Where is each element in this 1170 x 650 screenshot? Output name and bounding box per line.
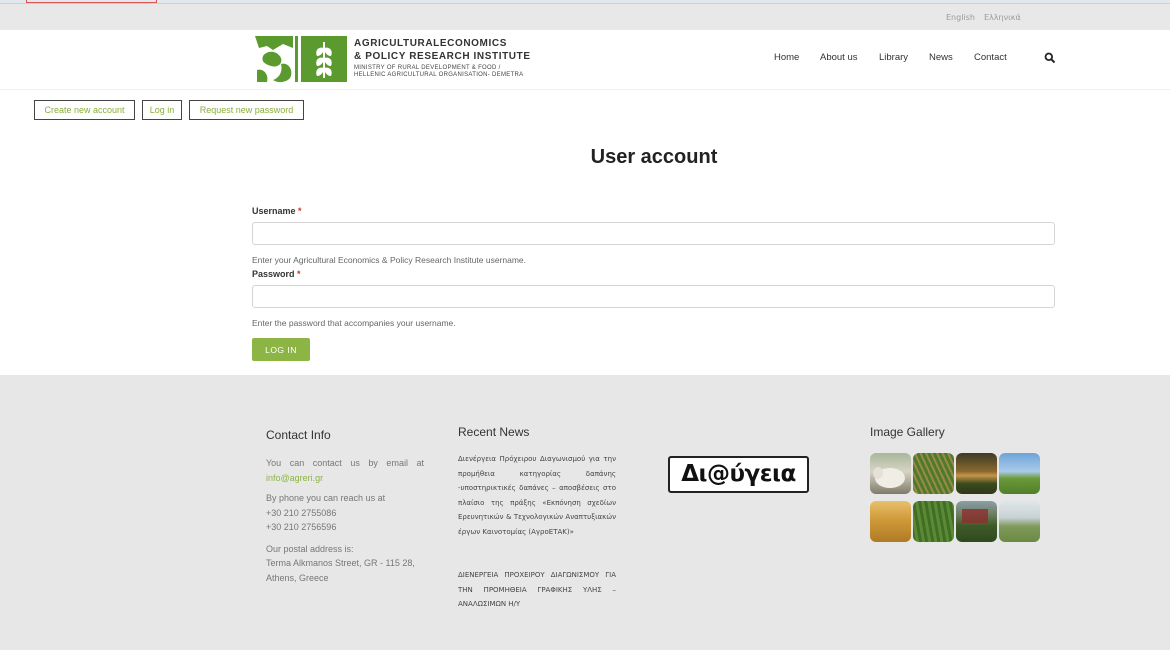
search-icon [1044, 52, 1056, 64]
logo-subtitle-line2: HELLENIC AGRICULTURAL ORGANISATION- DEME… [354, 72, 524, 78]
contact-email-text: You can contact us by email at [266, 458, 424, 468]
logo-emblem-icon [255, 36, 347, 83]
tab-log-in[interactable]: Log in [142, 100, 182, 120]
gallery-thumb-wheat-field[interactable] [870, 501, 911, 542]
nav-news[interactable]: News [929, 52, 953, 63]
diavgeia-logo-text: Δι@ύγεια [681, 461, 796, 487]
tab-create-new-account[interactable]: Create new account [34, 100, 135, 120]
nav-home[interactable]: Home [774, 52, 799, 63]
gallery-heading: Image Gallery [870, 425, 945, 439]
contact-address-line2: Athens, Greece [266, 573, 329, 583]
page-title: User account [590, 146, 718, 168]
password-input[interactable] [252, 285, 1055, 308]
contact-email-block: You can contact us by email at info@agre… [266, 456, 424, 485]
username-input[interactable] [252, 222, 1055, 245]
news-item[interactable]: ΔΙΕΝΕΡΓΕΙΑ ΠΡΟΧΕΙΡΟΥ ΔΙΑΓΩΝΙΣΜΟΥ ΓΙΑ ΤΗΝ… [458, 568, 616, 612]
contact-phone-2: +30 210 2756596 [266, 522, 337, 532]
logo-title-line2: & POLICY RESEARCH INSTITUTE [354, 51, 531, 62]
search-button[interactable] [1044, 51, 1056, 64]
gallery-thumb-sunset-field[interactable] [956, 453, 997, 494]
highlight-box [26, 0, 157, 3]
required-marker: * [297, 269, 301, 279]
nav-library[interactable]: Library [879, 52, 908, 63]
language-greek-link[interactable]: Ελληνικά [984, 13, 1021, 22]
logo-subtitle-line1: MINISTRY OF RURAL DEVELOPMENT & FOOD / [354, 65, 501, 71]
tab-request-new-password[interactable]: Request new password [189, 100, 304, 120]
sheep-photo-icon [873, 467, 905, 488]
diavgeia-logo[interactable]: Δι@ύγεια [668, 456, 809, 493]
nav-about-us[interactable]: About us [820, 52, 858, 63]
username-label: Username * [252, 206, 302, 216]
required-marker: * [298, 206, 302, 216]
gallery-thumb-crop-rows[interactable] [913, 453, 954, 494]
contact-email-link[interactable]: info@agreri.gr [266, 473, 323, 483]
contact-heading: Contact Info [266, 428, 331, 442]
nav-contact[interactable]: Contact [974, 52, 1007, 63]
gallery-thumb-greenhouse[interactable] [956, 501, 997, 542]
username-label-text: Username [252, 206, 296, 216]
logo-title-line1: AGRICULTURALECONOMICS [354, 38, 507, 49]
login-submit-button[interactable]: LOG IN [252, 338, 310, 361]
language-bar: English Ελληνικά [0, 4, 1170, 30]
greenhouse-photo-icon [962, 509, 988, 523]
username-help: Enter your Agricultural Economics & Poli… [252, 255, 527, 265]
gallery-thumb-crop-field[interactable] [913, 501, 954, 542]
gallery-thumb-meadow[interactable] [999, 501, 1040, 542]
contact-address-text: Our postal address is: [266, 544, 354, 554]
password-label: Password * [252, 269, 301, 279]
news-heading: Recent News [458, 425, 530, 439]
gallery-thumb-green-field[interactable] [999, 453, 1040, 494]
contact-phone-1: +30 210 2755086 [266, 508, 337, 518]
gallery-thumb-sheep[interactable] [870, 453, 911, 494]
password-help: Enter the password that accompanies your… [252, 318, 456, 328]
language-english-link[interactable]: English [946, 13, 975, 22]
password-label-text: Password [252, 269, 295, 279]
contact-phone-text: By phone you can reach us at [266, 493, 386, 503]
news-item[interactable]: Διενέργεια Πρόχειρου Διαγωνισμού για την… [458, 452, 616, 539]
site-logo[interactable]: AGRICULTURALECONOMICS & POLICY RESEARCH … [253, 34, 553, 84]
contact-address-line1: Terma Alkmanos Street, GR - 115 28, [266, 558, 415, 568]
